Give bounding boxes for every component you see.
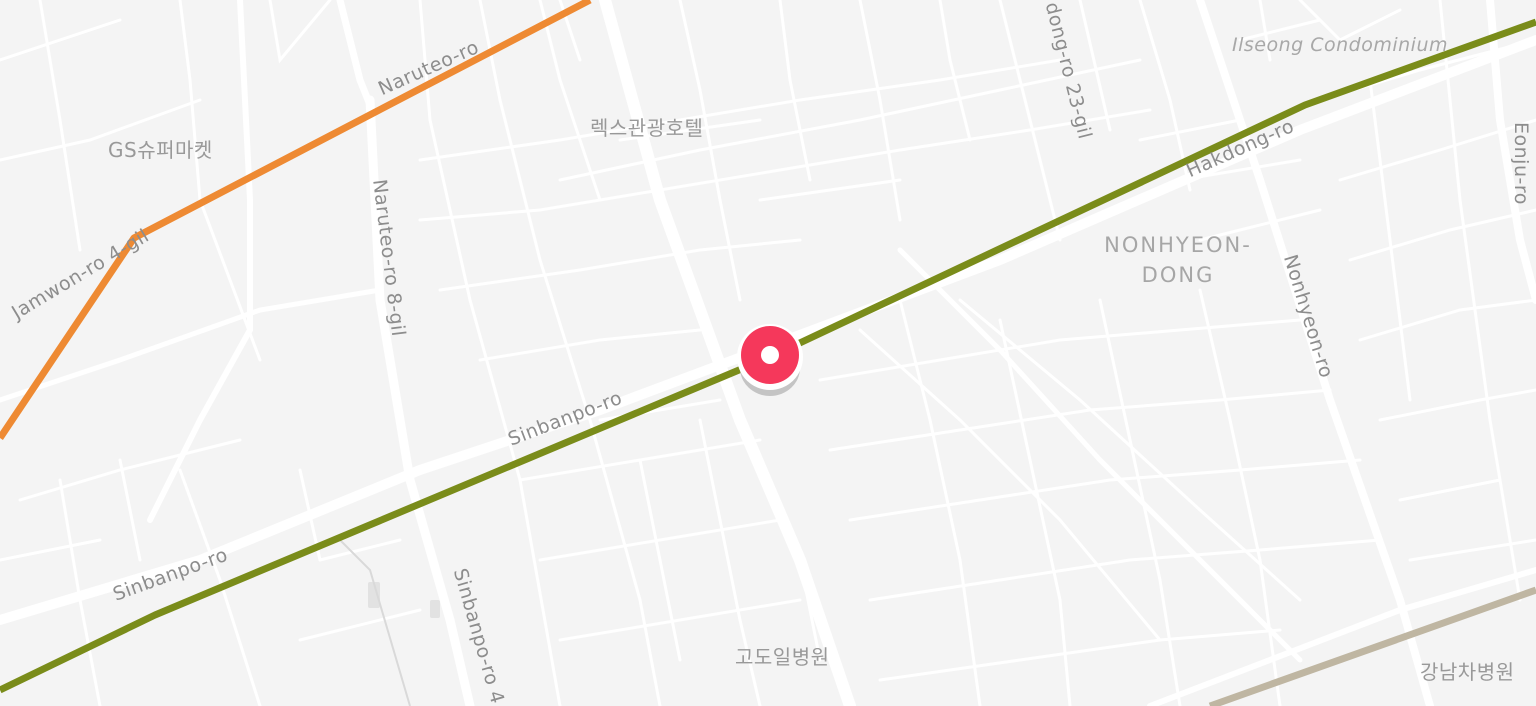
poi-label-godoil-hospital: 고도일병원 — [735, 645, 830, 669]
district-label-nonhyeon-dong: NONHYEON- DONG — [1098, 230, 1258, 290]
poi-label-gs-supermarket: GS슈퍼마켓 — [108, 134, 213, 163]
poi-label-rex-hotel: 렉스관광호텔 — [590, 116, 704, 140]
subway-line-tan — [1208, 586, 1536, 706]
poi-label-ilseong-condominium: Ilseong Condominium — [1232, 34, 1449, 56]
district-label-line-1: NONHYEON- — [1104, 233, 1252, 257]
road-label-eonju-ro: Eonju-ro — [1510, 122, 1532, 205]
map-view[interactable]: Naruteo-ro Jamwon-ro 4-gil GS슈퍼마켓 Narute… — [0, 0, 1536, 706]
rail-line — [339, 539, 411, 706]
poi-label-gangnam-cha-hospital: 강남차병원 — [1420, 660, 1515, 684]
map-pin-icon — [737, 324, 803, 396]
poi-label-gs-prefix: GS — [108, 138, 138, 162]
poi-label-gs-suffix: 슈퍼마켓 — [137, 138, 213, 162]
district-label-line-2: DONG — [1141, 263, 1215, 287]
location-marker[interactable] — [737, 324, 803, 398]
